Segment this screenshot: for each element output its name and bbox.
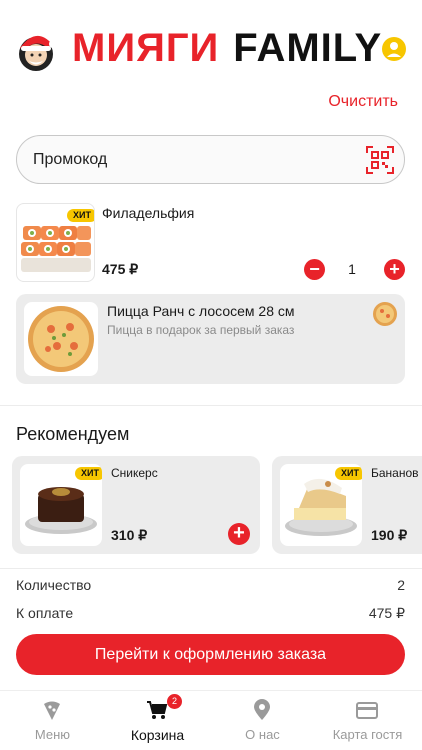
gift-pizza-image <box>24 302 98 376</box>
app-header: МИЯГИ FAMILY <box>0 0 422 88</box>
item-name: Филадельфия <box>102 205 195 221</box>
smiley-icon <box>382 37 406 61</box>
recommend-image: ХИТ <box>20 464 102 546</box>
total-amount: 475 ₽ <box>368 605 405 621</box>
recommend-image: ХИТ <box>280 464 362 546</box>
cart-icon <box>147 701 168 719</box>
tab-cart[interactable]: 2 Корзина <box>105 691 210 750</box>
brand-wordmark: МИЯГИ FAMILY <box>72 26 382 71</box>
quantity-label: Количество <box>16 577 92 593</box>
bottom-tab-bar: Меню 2 Корзина О нас Карта гостя <box>0 690 422 750</box>
tab-label: О нас <box>245 727 280 742</box>
increase-quantity-button[interactable]: + <box>384 259 405 280</box>
pizza-slice-icon <box>44 701 60 720</box>
tab-about[interactable]: О нас <box>210 691 315 750</box>
product-image-philadelphia[interactable]: ХИТ <box>16 203 95 282</box>
brand-red-part: МИЯГИ <box>72 26 220 70</box>
gift-pizza-thumbnail-icon <box>373 302 397 326</box>
brand-black-part: FAMILY <box>233 26 383 70</box>
recommend-name: Сникерс <box>111 466 158 480</box>
section-divider <box>0 405 422 406</box>
gift-subtitle: Пицца в подарок за первый заказ <box>107 323 295 337</box>
hit-badge: ХИТ <box>75 467 102 480</box>
section-divider <box>0 568 422 569</box>
cart-item: ХИТ Филадельфия 475 ₽ − 1 + <box>16 203 405 283</box>
checkout-button[interactable]: Перейти к оформлению заказа <box>16 634 405 675</box>
tab-label: Корзина <box>130 727 185 743</box>
mascot-logo-icon <box>19 35 57 71</box>
item-price: 475 ₽ <box>102 261 139 277</box>
gift-name: Пицца Ранч с лососем 28 см <box>107 303 295 319</box>
quantity-row: Количество 2 <box>16 577 405 593</box>
recommend-name: Бананов <box>371 466 419 480</box>
quantity-total: 2 <box>397 577 405 593</box>
tab-guest-card[interactable]: Карта гостя <box>315 691 420 750</box>
recommend-price: 310 ₽ <box>111 527 148 543</box>
promo-input[interactable] <box>33 136 353 183</box>
tab-label: Карта гостя <box>332 727 403 742</box>
tab-label: Меню <box>34 727 71 742</box>
quantity-value: 1 <box>348 261 356 277</box>
hit-badge: ХИТ <box>335 467 362 480</box>
recommend-title: Рекомендуем <box>16 424 130 444</box>
recommend-price: 190 ₽ <box>371 527 408 543</box>
clear-cart-button[interactable]: Очистить <box>328 93 398 111</box>
total-row: К оплате 475 ₽ <box>16 605 405 621</box>
add-to-cart-button[interactable]: + <box>228 523 250 545</box>
recommend-carousel[interactable]: ХИТ Сникерс 310 ₽ + ХИТ Бананов 190 ₽ <box>0 456 422 554</box>
location-pin-icon <box>254 699 270 720</box>
recommend-card[interactable]: ХИТ Сникерс 310 ₽ + <box>12 456 260 554</box>
hit-badge: ХИТ <box>67 209 94 222</box>
tab-menu[interactable]: Меню <box>0 691 105 750</box>
recommend-card[interactable]: ХИТ Бананов 190 ₽ <box>272 456 422 554</box>
decrease-quantity-button[interactable]: − <box>304 259 325 280</box>
total-label: К оплате <box>16 605 74 621</box>
promo-field <box>16 135 405 184</box>
card-icon <box>356 702 378 719</box>
qr-scan-icon[interactable] <box>366 146 394 174</box>
gift-item-card: Пицца Ранч с лососем 28 см Пицца в подар… <box>16 294 405 384</box>
cart-count-badge: 2 <box>167 694 182 709</box>
